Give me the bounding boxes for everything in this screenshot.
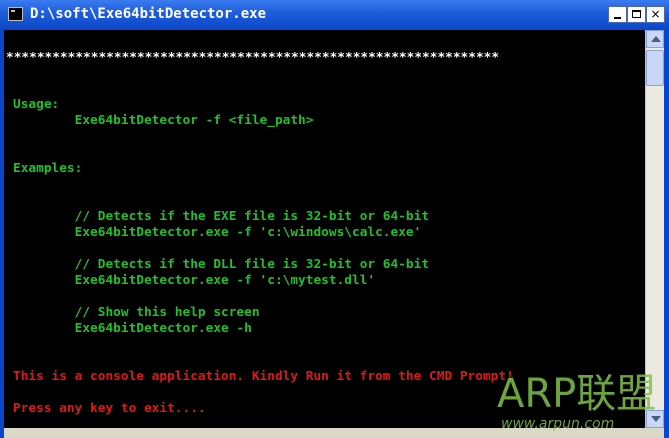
example-dll-comment: // Detects if the DLL file is 32-bit or … bbox=[13, 257, 430, 272]
window-title: D:\soft\Exe64bitDetector.exe bbox=[30, 6, 267, 22]
minimize-button[interactable] bbox=[608, 6, 627, 23]
example-help-command: Exe64bitDetector.exe -h bbox=[13, 321, 252, 336]
press-key-message: Press any key to exit.... bbox=[13, 401, 206, 416]
close-button[interactable]: × bbox=[646, 6, 665, 23]
warning-message: This is a console application. Kindly Ru… bbox=[13, 369, 514, 384]
example-dll-command: Exe64bitDetector.exe -f 'c:\mytest.dll' bbox=[13, 273, 376, 288]
watermark-url: www.arpun.com bbox=[501, 416, 615, 432]
example-exe-comment: // Detects if the EXE file is 32-bit or … bbox=[13, 209, 430, 224]
console-output[interactable]: ****************************************… bbox=[4, 30, 644, 430]
example-exe-command: Exe64bitDetector.exe -f 'c:\windows\calc… bbox=[13, 225, 422, 240]
scroll-up-arrow-icon[interactable] bbox=[646, 30, 664, 48]
usage-command: Exe64bitDetector -f <file_path> bbox=[13, 113, 314, 128]
watermark: ARP联盟 www.arpun.com bbox=[497, 372, 667, 434]
watermark-logo: ARP联盟 bbox=[497, 371, 657, 417]
console-window: D:\soft\Exe64bitDetector.exe × *********… bbox=[0, 0, 669, 438]
scrollbar-thumb[interactable] bbox=[646, 50, 664, 86]
examples-label: Examples: bbox=[13, 161, 83, 176]
usage-label: Usage: bbox=[13, 97, 60, 112]
separator-line: ****************************************… bbox=[6, 50, 500, 65]
example-help-comment: // Show this help screen bbox=[13, 305, 260, 320]
title-bar[interactable]: D:\soft\Exe64bitDetector.exe × bbox=[0, 0, 669, 31]
maximize-button[interactable] bbox=[627, 6, 646, 23]
console-app-icon[interactable] bbox=[8, 7, 23, 21]
vertical-scrollbar[interactable] bbox=[645, 30, 664, 428]
